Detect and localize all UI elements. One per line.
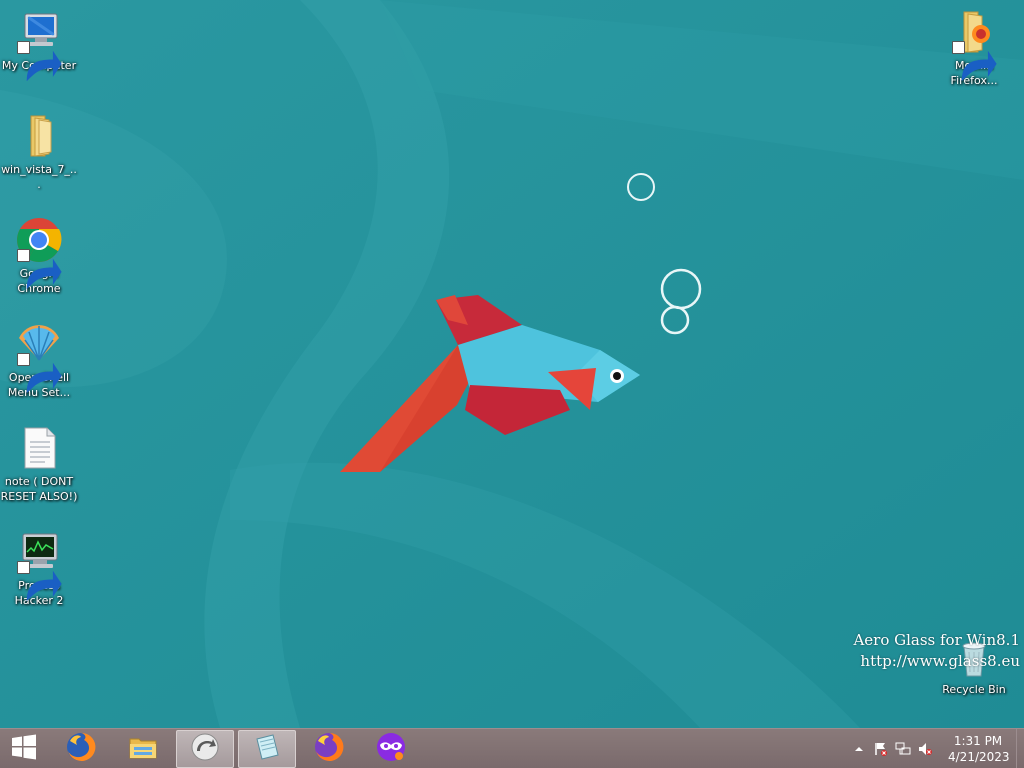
file-explorer-icon: [127, 731, 159, 767]
wallpaper-fish: [0, 0, 1024, 728]
desktop-icon-process-hacker[interactable]: Process Hacker 2: [0, 528, 78, 608]
firefox-icon: [65, 731, 97, 767]
desktop-icon-label: win_vista_7_...: [1, 163, 77, 191]
mask-icon: [375, 731, 407, 767]
desktop-icon-my-computer[interactable]: My Computer: [0, 8, 78, 82]
desktop-icon-open-shell-settings[interactable]: Open-Shell Menu Set...: [0, 320, 78, 400]
shortcut-arrow-icon: [17, 249, 62, 290]
shortcut-arrow-icon: [17, 353, 62, 394]
speaker-muted-icon[interactable]: [914, 738, 936, 760]
chrome-icon: [15, 216, 63, 290]
taskbar-file-explorer-button[interactable]: [114, 730, 172, 768]
network-icon[interactable]: [892, 738, 914, 760]
shortcut-arrow-icon: [952, 41, 997, 82]
desktop-icon-mozilla-firefox-folder[interactable]: Mozilla Firefox...: [935, 8, 1013, 88]
aero-glass-watermark: Aero Glass for Win8.1 http://www.glass8.…: [853, 630, 1020, 672]
folder-icon: [15, 112, 63, 160]
firefox-folder-icon: [950, 8, 998, 82]
circular-arrow-icon: [189, 731, 221, 767]
action-center-flag-icon[interactable]: [870, 738, 892, 760]
text-file-icon: [15, 424, 63, 472]
taskbar-clock[interactable]: 1:31 PM 4/21/2023: [948, 733, 1010, 765]
desktop-icon-google-chrome[interactable]: Google Chrome: [0, 216, 78, 296]
desktop-icon-note-file[interactable]: note ( DONT RESET ALSO!): [0, 424, 78, 504]
desktop-icon-win-vista-folder[interactable]: win_vista_7_...: [0, 112, 78, 192]
clock-time: 1:31 PM: [953, 734, 1003, 748]
chevron-up-icon[interactable]: [848, 738, 870, 760]
open-shell-icon: [15, 320, 63, 394]
taskbar: 1:31 PM 4/21/2023: [0, 728, 1024, 768]
watermark-line-title: Aero Glass for Win8.1: [853, 631, 1020, 649]
paper-icon: [251, 731, 283, 767]
firefox-icon: [313, 731, 345, 767]
taskbar-notepad-button[interactable]: [238, 730, 296, 768]
shortcut-arrow-icon: [17, 561, 62, 602]
watermark-line-url: http://www.glass8.eu: [860, 652, 1020, 670]
show-desktop-button[interactable]: [1016, 729, 1024, 768]
taskbar-running-app-button[interactable]: [176, 730, 234, 768]
desktop[interactable]: My Computer win_vista_7_... Google Chrom…: [0, 0, 1024, 728]
system-tray: [848, 729, 936, 768]
taskbar-firefox-button[interactable]: [52, 730, 110, 768]
clock-date: 4/21/2023: [948, 750, 1010, 764]
computer-icon: [15, 8, 63, 82]
process-hacker-icon: [15, 528, 63, 602]
taskbar-firefox-nightly-button[interactable]: [300, 730, 358, 768]
desktop-icon-label: Recycle Bin: [942, 683, 1006, 696]
windows-logo-icon: [11, 734, 37, 764]
shortcut-arrow-icon: [17, 41, 62, 82]
desktop-icon-label: note ( DONT RESET ALSO!): [0, 475, 78, 503]
start-button[interactable]: [0, 730, 48, 768]
taskbar-private-browser-button[interactable]: [362, 730, 420, 768]
